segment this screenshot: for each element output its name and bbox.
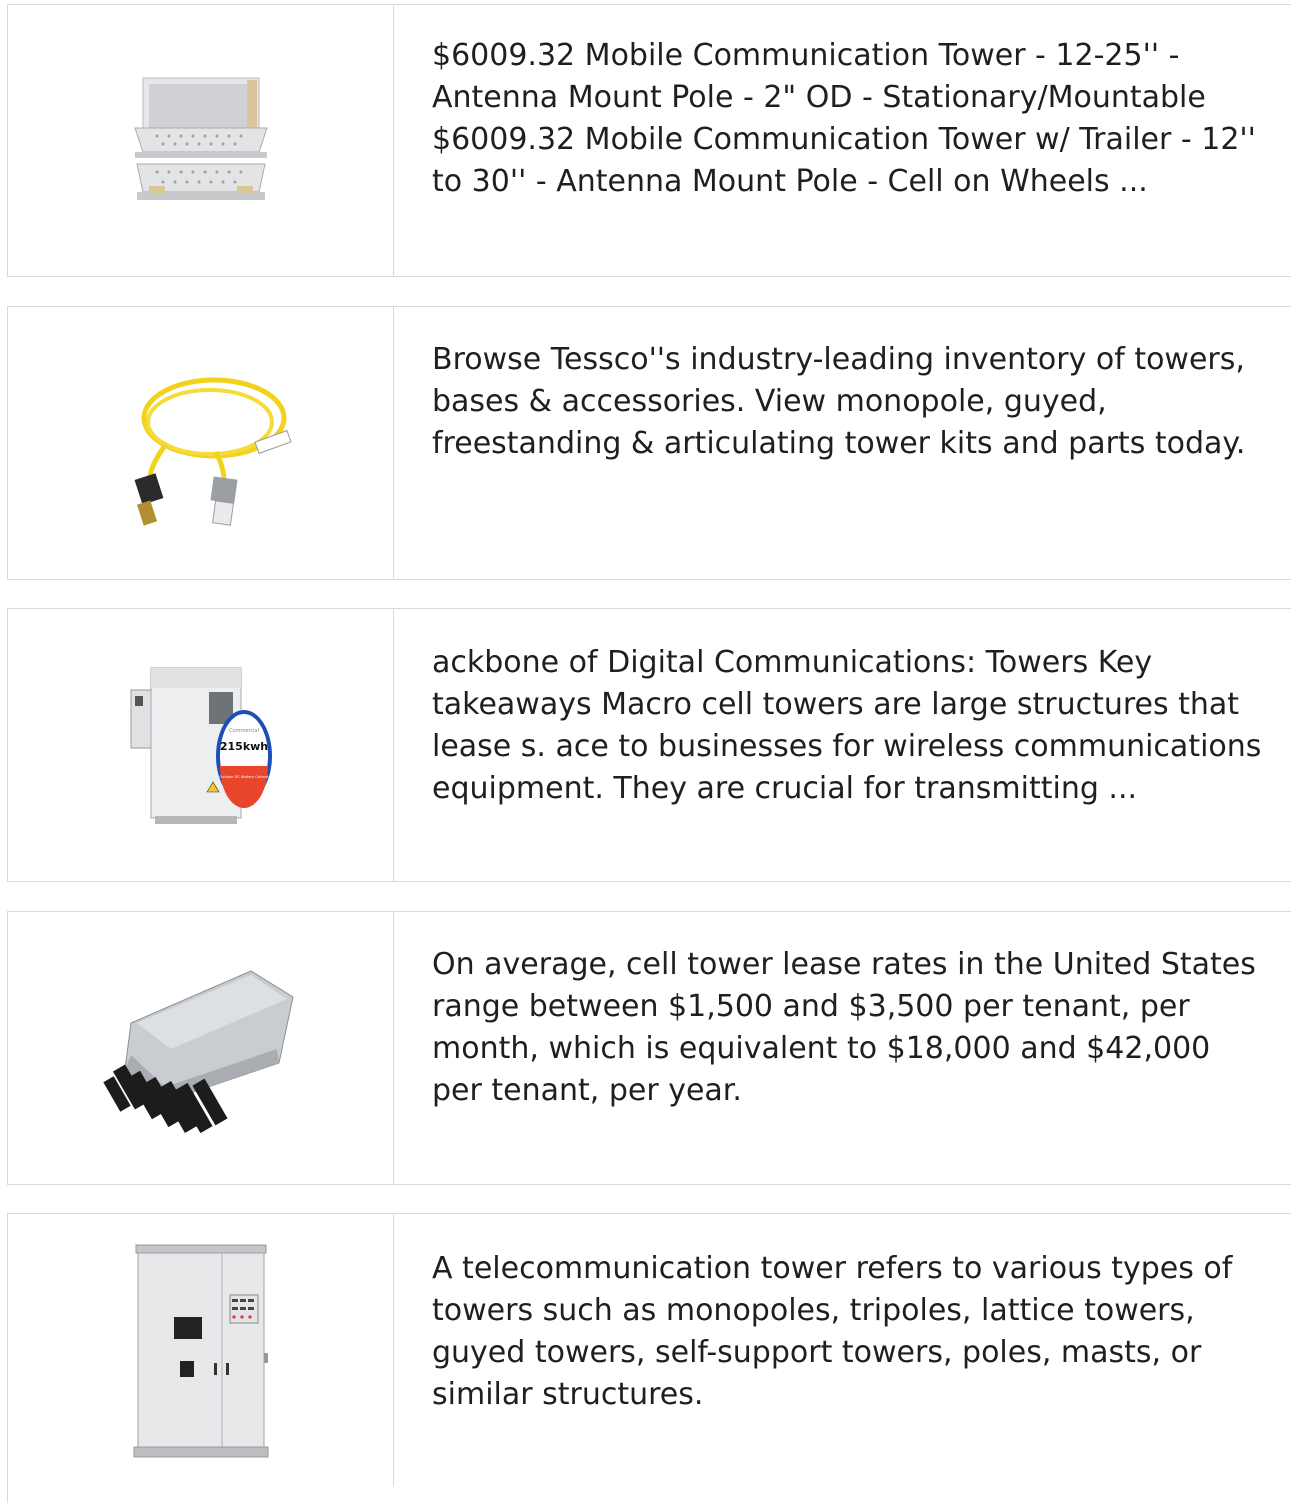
product-thumbnail[interactable] [8,1214,394,1487]
fiber-patch-cord-icon [134,377,292,526]
product-thumbnail[interactable] [8,307,394,579]
result-card[interactable]: A telecommunication tower refers to vari… [7,1213,1291,1503]
result-description: $6009.32 Mobile Communication Tower - 12… [432,38,1256,199]
result-description: Browse Tessco''s industry-leading invent… [432,342,1246,461]
badge-bottom-text: Outdoor DC Battery Cabinet [219,775,269,779]
product-thumbnail[interactable] [8,5,394,276]
result-card[interactable]: $6009.32 Mobile Communication Tower - 12… [7,4,1291,277]
result-card[interactable]: Browse Tessco''s industry-leading invent… [7,306,1291,580]
product-thumbnail[interactable]: Commercial 215kwh Outdoor DC Battery Cab… [8,609,394,881]
result-description: On average, cell tower lease rates in th… [432,947,1256,1108]
battery-cabinet-icon: Commercial 215kwh Outdoor DC Battery Cab… [130,667,272,824]
result-card[interactable]: Commercial 215kwh Outdoor DC Battery Cab… [7,608,1291,882]
badge-value-text: 215kwh [219,740,267,753]
distribution-box-icon [102,970,294,1134]
control-cabinet-icon [133,1244,268,1457]
result-card[interactable]: On average, cell tower lease rates in th… [7,911,1291,1185]
server-rack-shelf-icon [133,77,268,200]
product-thumbnail[interactable] [8,912,394,1184]
result-description: A telecommunication tower refers to vari… [432,1251,1233,1412]
badge-top-text: Commercial [229,728,259,734]
result-description: ackbone of Digital Communications: Tower… [432,645,1262,806]
